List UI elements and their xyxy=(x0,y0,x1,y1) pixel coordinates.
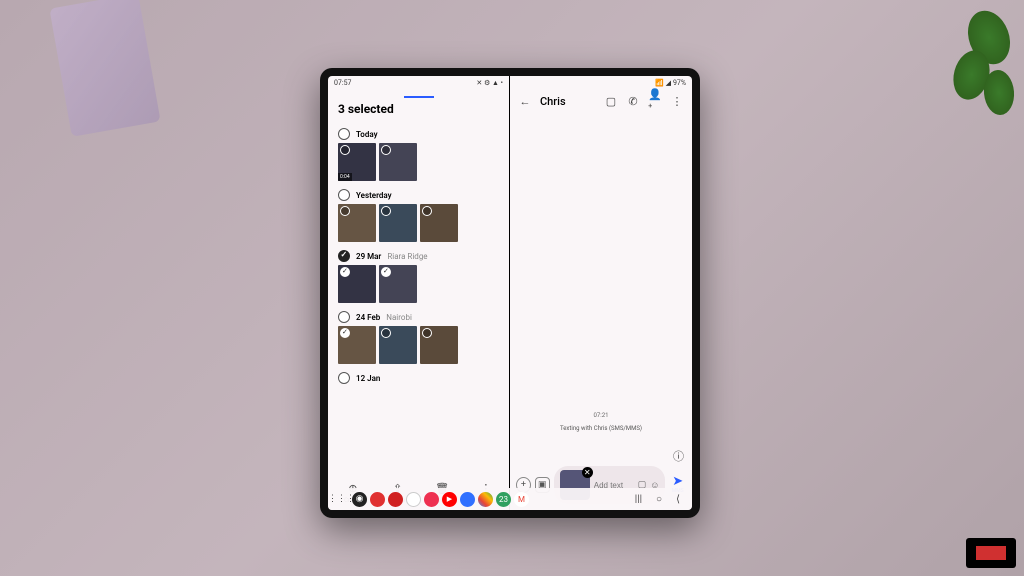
more-icon[interactable]: ⋮ xyxy=(670,94,684,108)
photo-group: 12 Jan xyxy=(328,366,509,389)
apps-icon[interactable]: ⋮⋮⋮ xyxy=(334,492,349,507)
thumbnail-checkbox[interactable] xyxy=(340,206,350,216)
thumbnail-checkbox[interactable] xyxy=(422,206,432,216)
status-bar-right: 📶 ◢ 97% xyxy=(510,76,692,90)
group-date: Today xyxy=(356,130,378,139)
nav-keys: ||| ○ ⟨ xyxy=(635,494,680,505)
select-day-checkbox[interactable] xyxy=(338,372,350,384)
select-day-checkbox[interactable] xyxy=(338,189,350,201)
photo-thumbnail[interactable] xyxy=(420,326,458,364)
thumbnail-checkbox[interactable] xyxy=(340,267,350,277)
photo-group: 29 Mar Riara Ridge xyxy=(328,244,509,305)
photo-thumbnail[interactable]: 0:04 xyxy=(338,143,376,181)
taskbar-app-4[interactable] xyxy=(406,492,421,507)
contact-name[interactable]: Chris xyxy=(540,95,596,108)
taskbar-app-9[interactable]: 23 xyxy=(496,492,511,507)
photo-thumbnail[interactable] xyxy=(379,143,417,181)
taskbar-app-2[interactable] xyxy=(370,492,385,507)
thumbnail-checkbox[interactable] xyxy=(340,328,350,338)
device-screen: 07:57 ✕ ⚙ ▲ • 3 selected Today 0:04 Yester… xyxy=(328,76,692,510)
thumbnail-checkbox[interactable] xyxy=(381,206,391,216)
nav-recent[interactable]: ||| xyxy=(635,494,642,505)
selection-count: 3 selected xyxy=(338,102,499,116)
thumbnail-row: 0:04 xyxy=(338,143,499,181)
group-location: Riara Ridge xyxy=(387,252,427,261)
group-header[interactable]: Today xyxy=(338,128,499,140)
desk-crystal xyxy=(49,0,160,137)
photos-app-pane: 07:57 ✕ ⚙ ▲ • 3 selected Today 0:04 Yester… xyxy=(328,76,510,510)
photo-thumbnail[interactable] xyxy=(338,265,376,303)
thumbnail-row xyxy=(338,265,499,303)
conversation-body[interactable]: 07:21 Texting with Chris (SMS/MMS) xyxy=(510,112,692,448)
remove-attachment-icon[interactable]: ✕ xyxy=(582,467,593,478)
send-icon: ➤ xyxy=(672,476,683,488)
group-date: 12 Jan xyxy=(356,374,380,383)
selection-header: 3 selected xyxy=(328,90,509,122)
thumbnail-row xyxy=(338,326,499,364)
group-header[interactable]: Yesterday xyxy=(338,189,499,201)
taskbar-app-5[interactable] xyxy=(424,492,439,507)
video-duration: 0:04 xyxy=(338,173,352,181)
clock: 07:57 xyxy=(334,79,351,87)
select-day-checkbox[interactable] xyxy=(338,311,350,323)
thumbnail-checkbox[interactable] xyxy=(381,267,391,277)
status-bar-left: 07:57 ✕ ⚙ ▲ • xyxy=(328,76,509,90)
voice-call-icon[interactable]: ✆ xyxy=(626,94,640,108)
photo-thumbnail[interactable] xyxy=(379,265,417,303)
watermark-logo xyxy=(966,538,1016,568)
messages-app-pane: 📶 ◢ 97% ← Chris ▢ ✆ 👤⁺ ⋮ 07:21 Texting w… xyxy=(510,76,692,510)
info-icon[interactable]: ⓘ xyxy=(673,448,684,464)
status-icons-right: 📶 ◢ 97% xyxy=(655,79,686,87)
nav-home[interactable]: ○ xyxy=(656,494,662,505)
photo-groups[interactable]: Today 0:04 Yesterday 29 Mar Riara Ridge 24 Fe… xyxy=(328,122,509,389)
photo-thumbnail[interactable] xyxy=(420,204,458,242)
thumbnail-checkbox[interactable] xyxy=(381,328,391,338)
group-header[interactable]: 24 Feb Nairobi xyxy=(338,311,499,323)
photo-thumbnail[interactable] xyxy=(379,204,417,242)
photo-thumbnail[interactable] xyxy=(338,326,376,364)
thumbnail-checkbox[interactable] xyxy=(422,328,432,338)
select-day-checkbox[interactable] xyxy=(338,250,350,262)
back-icon[interactable]: ← xyxy=(518,94,532,108)
taskbar-app-3[interactable] xyxy=(388,492,403,507)
thumbnail-checkbox[interactable] xyxy=(340,145,350,155)
accent-bar xyxy=(404,96,434,98)
photo-thumbnail[interactable] xyxy=(338,204,376,242)
status-icons-left: ✕ ⚙ ▲ • xyxy=(476,79,503,87)
photo-group: Today 0:04 xyxy=(328,122,509,183)
photo-group: Yesterday xyxy=(328,183,509,244)
sms-notice: Texting with Chris (SMS/MMS) xyxy=(560,425,642,432)
select-day-checkbox[interactable] xyxy=(338,128,350,140)
taskbar-app-7[interactable] xyxy=(460,492,475,507)
conversation-header: ← Chris ▢ ✆ 👤⁺ ⋮ xyxy=(510,90,692,112)
group-date: Yesterday xyxy=(356,191,392,200)
photo-group: 24 Feb Nairobi xyxy=(328,305,509,366)
group-date: 29 Mar xyxy=(356,252,381,261)
nav-back[interactable]: ⟨ xyxy=(676,494,680,505)
thumbnail-row xyxy=(338,204,499,242)
group-location: Nairobi xyxy=(386,313,412,322)
thumbnail-checkbox[interactable] xyxy=(381,145,391,155)
photo-thumbnail[interactable] xyxy=(379,326,417,364)
desk-plant xyxy=(934,0,1024,130)
group-header[interactable]: 12 Jan xyxy=(338,372,499,384)
taskbar-app-6[interactable]: ▶ xyxy=(442,492,457,507)
add-person-icon[interactable]: 👤⁺ xyxy=(648,94,662,108)
group-date: 24 Feb xyxy=(356,313,380,322)
taskbar-gmail[interactable]: M xyxy=(514,492,529,507)
message-timestamp: 07:21 xyxy=(594,412,609,419)
taskbar: ⋮⋮⋮ ◉ ▶ 23 M ||| ○ ⟨ xyxy=(328,488,692,510)
taskbar-app-1[interactable]: ◉ xyxy=(352,492,367,507)
video-call-icon[interactable]: ▢ xyxy=(604,94,618,108)
taskbar-app-8[interactable] xyxy=(478,492,493,507)
group-header[interactable]: 29 Mar Riara Ridge xyxy=(338,250,499,262)
foldable-device: 07:57 ✕ ⚙ ▲ • 3 selected Today 0:04 Yester… xyxy=(320,68,700,518)
